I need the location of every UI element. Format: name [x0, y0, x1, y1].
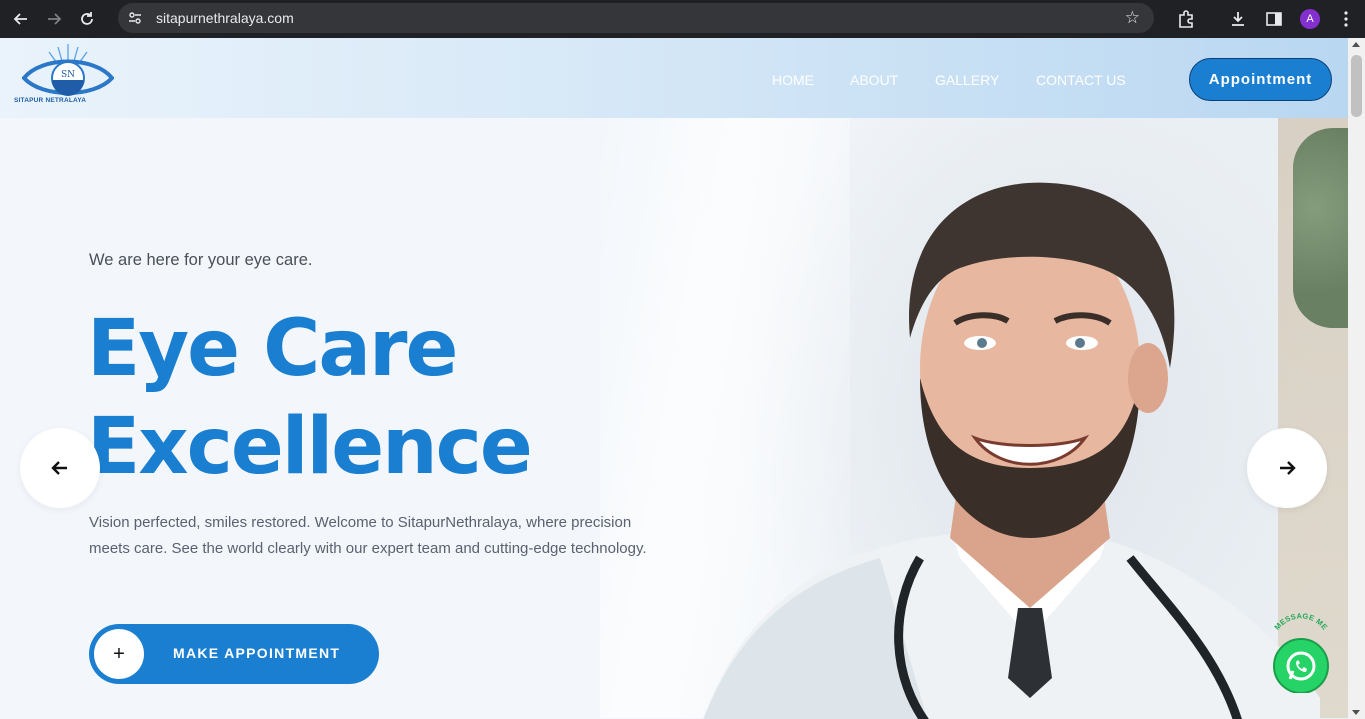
webpage: SN SITAPUR NETRALAYA HOME ABOUT GALLERY …: [0, 38, 1348, 719]
headline-line-1: Eye Care: [87, 304, 458, 394]
nav-contact-us[interactable]: CONTACT US: [1036, 72, 1126, 88]
browser-toolbar: sitapurnethralaya.com ☆ A: [0, 0, 1365, 38]
hero-description: Vision perfected, smiles restored. Welco…: [89, 514, 647, 557]
reload-icon[interactable]: [75, 7, 99, 31]
nav-home[interactable]: HOME: [772, 72, 814, 88]
address-bar[interactable]: sitapurnethralaya.com ☆: [118, 3, 1154, 33]
page-scrollbar[interactable]: [1348, 38, 1365, 719]
plus-icon: +: [94, 629, 144, 679]
hero-tagline: We are here for your eye care.: [89, 251, 313, 269]
site-info-icon[interactable]: [124, 7, 146, 29]
svg-text:MESSAGE ME: MESSAGE ME: [1273, 613, 1330, 632]
appointment-button[interactable]: Appointment: [1189, 58, 1332, 101]
arrow-right-icon: [1280, 461, 1296, 475]
headline-line-2: Excellence: [87, 402, 533, 492]
arrow-left-icon: [51, 461, 67, 475]
svg-text:SN: SN: [61, 70, 75, 80]
profile-avatar[interactable]: A: [1297, 6, 1323, 32]
carousel-prev-button[interactable]: [20, 428, 100, 508]
url-text[interactable]: sitapurnethralaya.com: [156, 10, 294, 26]
forward-icon[interactable]: [42, 7, 66, 31]
whatsapp-label: MESSAGE ME: [1273, 613, 1330, 632]
scrollbar-thumb[interactable]: [1351, 55, 1362, 117]
nav-about[interactable]: ABOUT: [850, 72, 898, 88]
bookmark-star-icon[interactable]: ☆: [1125, 8, 1140, 28]
doctor-image: [703, 182, 1320, 719]
avatar: A: [1300, 9, 1320, 29]
make-appointment-button[interactable]: + MAKE APPOINTMENT: [89, 624, 379, 684]
side-panel-icon[interactable]: [1261, 6, 1287, 32]
scroll-up-icon[interactable]: [1352, 42, 1360, 47]
logo-text: SITAPUR NETRALAYA: [14, 97, 87, 104]
carousel-next-button[interactable]: [1247, 428, 1327, 508]
download-icon[interactable]: [1225, 6, 1251, 32]
nav-gallery[interactable]: GALLERY: [935, 72, 999, 88]
back-icon[interactable]: [9, 7, 33, 31]
more-menu-icon[interactable]: [1333, 6, 1359, 32]
extensions-icon[interactable]: [1173, 6, 1199, 32]
site-header: SN SITAPUR NETRALAYA HOME ABOUT GALLERY …: [0, 38, 1348, 118]
cta-label: MAKE APPOINTMENT: [173, 645, 341, 661]
scroll-down-icon[interactable]: [1352, 710, 1360, 715]
whatsapp-icon[interactable]: MESSAGE ME: [1262, 613, 1340, 693]
hero-headline: Eye Care Excellence: [87, 300, 533, 496]
